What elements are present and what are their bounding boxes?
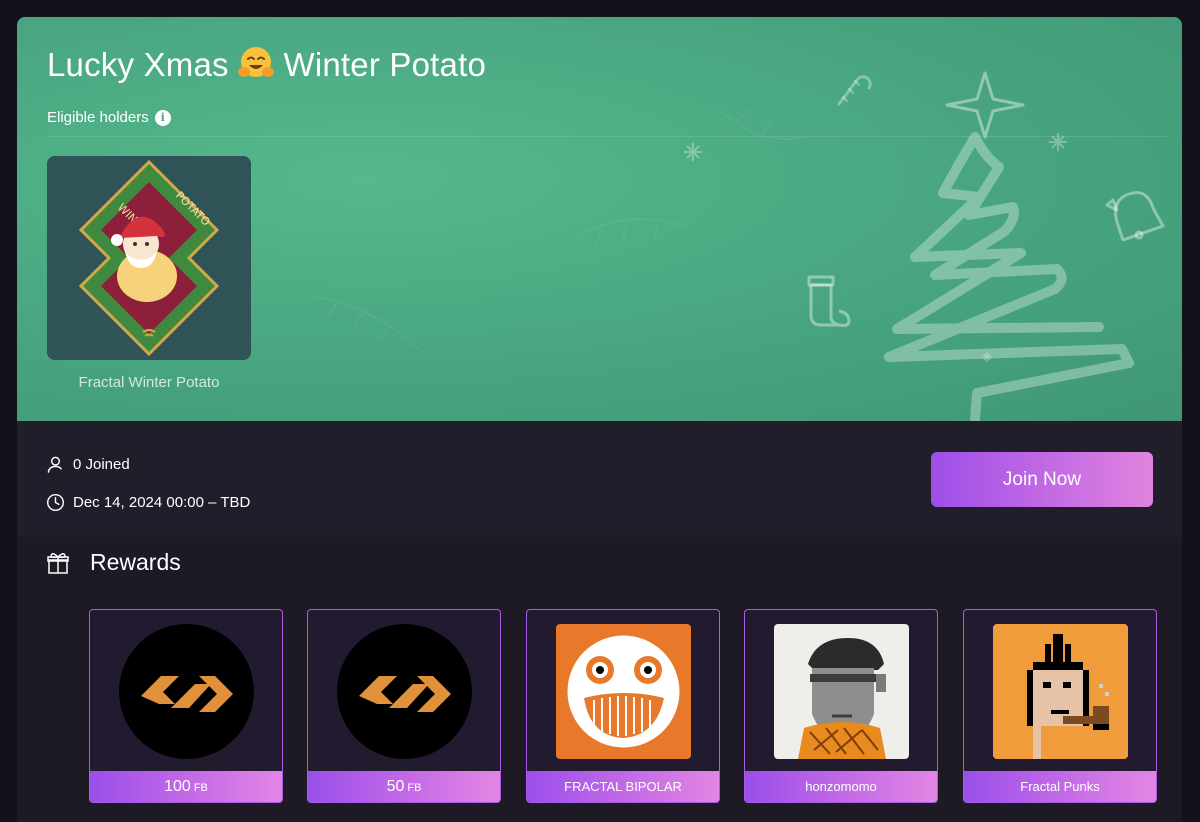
divider: [47, 136, 1167, 137]
reward-card-honzomomo[interactable]: honzomomo: [744, 609, 938, 803]
event-title-suffix: Winter Potato: [283, 46, 487, 83]
fractal-logo-icon: [337, 624, 472, 759]
event-hero-banner: Lucky Xmas Winter Potato Eligible holder…: [17, 17, 1182, 421]
star-icon: [945, 71, 1025, 139]
reward-label: Fractal Punks: [964, 771, 1156, 802]
reward-amount: 50: [386, 778, 405, 795]
event-meta: 0 Joined Dec 14, 2024 00:00 – TBD Join N…: [17, 421, 1182, 537]
reward-label: 50 FB: [308, 771, 500, 802]
reward-card-fb-50[interactable]: 50 FB: [307, 609, 501, 803]
gift-icon: [47, 552, 69, 574]
reward-unit: FB: [407, 782, 422, 794]
event-schedule: Dec 14, 2024 00:00 – TBD: [46, 493, 250, 512]
join-now-button[interactable]: Join Now: [931, 452, 1153, 507]
reward-card-fractal-punks[interactable]: Fractal Punks: [963, 609, 1157, 803]
eligible-holders: Eligible holders i: [47, 109, 171, 126]
stocking-icon: [807, 275, 851, 327]
reward-label: 100 FB: [90, 771, 282, 802]
reward-amount: 100: [164, 778, 191, 795]
honzomomo-portrait-art: [774, 624, 909, 759]
eligible-holders-label: Eligible holders: [47, 109, 149, 126]
pixel-punk-art: [993, 624, 1128, 759]
fractal-logo-icon: [119, 624, 254, 759]
clock-icon: [46, 493, 65, 512]
christmas-tree-icon: [884, 132, 1134, 421]
snowflake-icon: [684, 143, 702, 161]
info-icon[interactable]: i: [154, 109, 171, 126]
user-icon: [47, 456, 62, 473]
reward-unit: FB: [193, 782, 208, 794]
schedule-text: Dec 14, 2024 00:00 – TBD: [73, 494, 251, 511]
reward-card-fractal-bipolar[interactable]: FRACTAL BIPOLAR: [526, 609, 720, 803]
nft-collection-name: Fractal Winter Potato: [78, 374, 220, 391]
candy-cane-icon: [837, 75, 872, 106]
bell-icon: [1105, 191, 1165, 242]
rewards-title-text: Rewards: [90, 549, 181, 575]
winter-potato-art: WINTER POTATO: [47, 156, 251, 360]
nft-collection-thumbnail[interactable]: WINTER POTATO: [47, 156, 251, 360]
reward-card-fb-100[interactable]: 100 FB: [89, 609, 283, 803]
hugging-face-emoji: [238, 45, 275, 81]
event-title: Lucky Xmas Winter Potato: [47, 45, 486, 84]
event-title-text: Lucky Xmas: [47, 46, 229, 83]
reward-label: honzomomo: [745, 771, 937, 802]
participants-count: 0 Joined: [46, 455, 130, 474]
bipolar-face-art: [556, 624, 691, 759]
joined-count-text: 0 Joined: [73, 456, 130, 473]
reward-label: FRACTAL BIPOLAR: [527, 771, 719, 802]
rewards-section-title: Rewards: [46, 549, 181, 576]
